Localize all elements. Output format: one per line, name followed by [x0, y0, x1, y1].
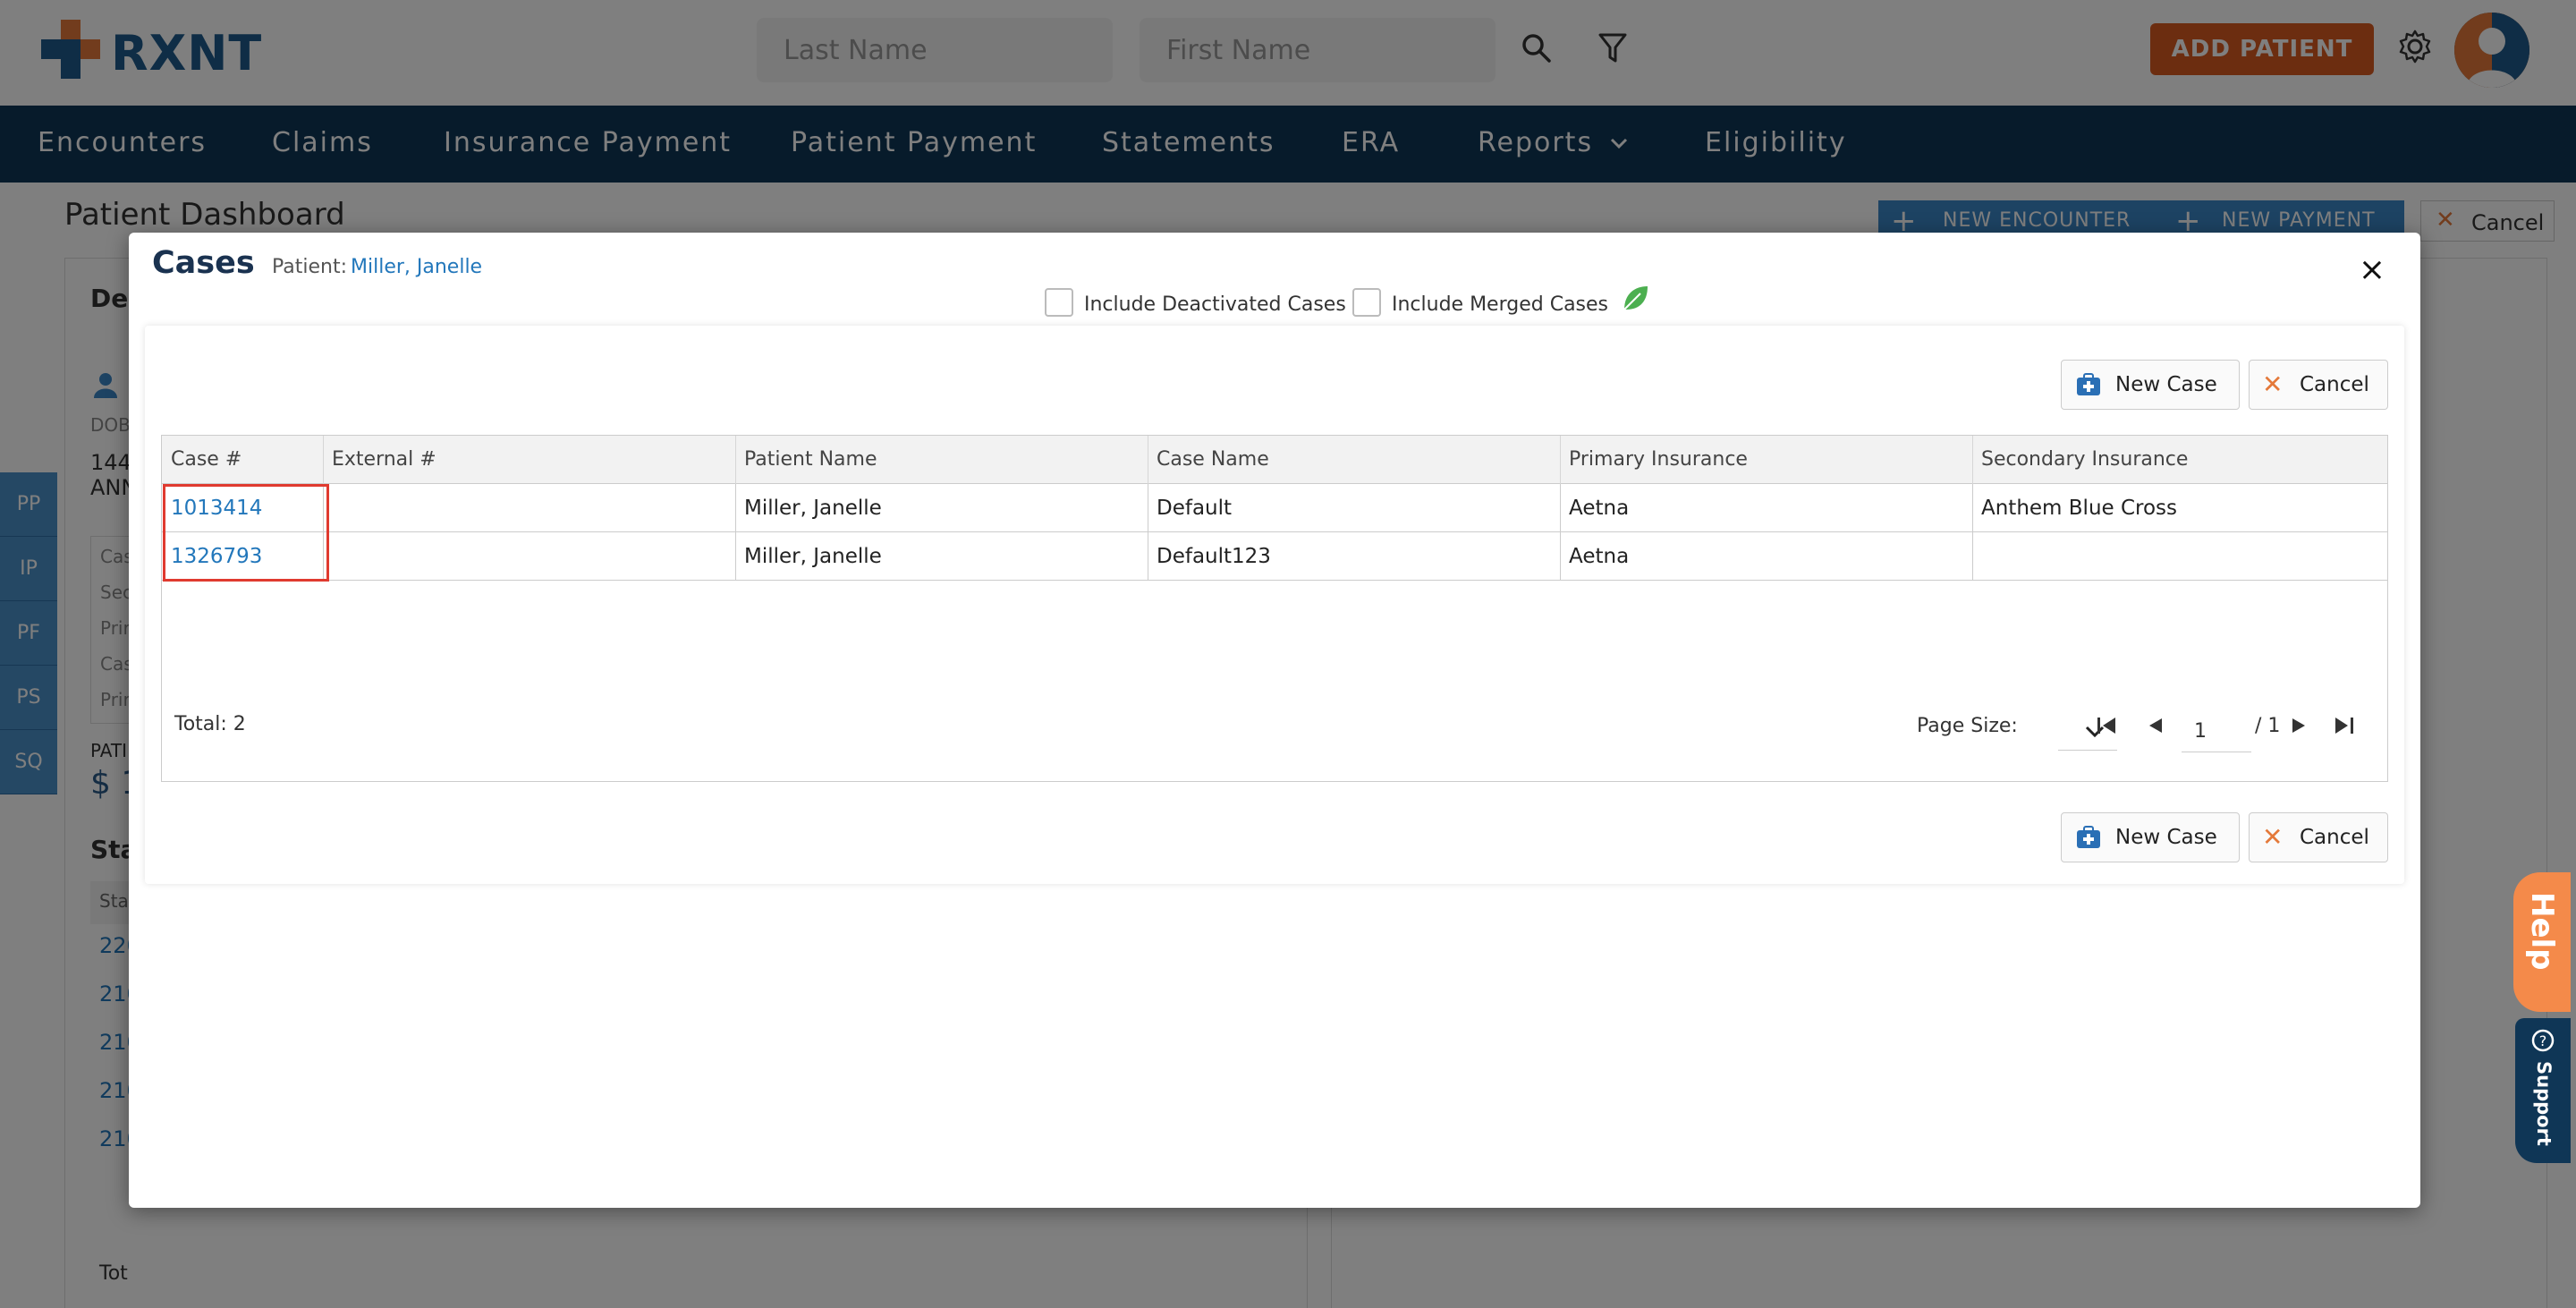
- include-deactivated-label: Include Deactivated Cases: [1084, 293, 1346, 316]
- col-external-number[interactable]: External #: [332, 448, 436, 471]
- cancel-button[interactable]: ✕ Cancel: [2249, 360, 2388, 410]
- col-case-number[interactable]: Case #: [171, 448, 242, 471]
- new-case-button[interactable]: New Case: [2061, 360, 2240, 410]
- modal-title: Cases: [152, 245, 255, 281]
- new-case-button-bottom[interactable]: New Case: [2061, 812, 2240, 862]
- secondary-insurance-cell: Anthem Blue Cross: [1981, 497, 2178, 520]
- case-number-highlight: [163, 484, 329, 582]
- primary-insurance-cell: Aetna: [1569, 497, 1630, 520]
- patient-name-cell: Miller, Janelle: [744, 497, 882, 520]
- help-label: Help: [2524, 892, 2560, 971]
- new-case-label: New Case: [2115, 373, 2217, 396]
- patient-label: Patient:: [272, 256, 348, 278]
- page-number-value: 1: [2194, 720, 2207, 743]
- support-button[interactable]: ? Support: [2515, 1018, 2571, 1163]
- support-label: Support: [2533, 1061, 2555, 1146]
- close-icon: ✕: [2262, 822, 2284, 852]
- include-deactivated-checkbox[interactable]: [1045, 288, 1073, 317]
- previous-page-icon[interactable]: [2146, 715, 2164, 736]
- col-secondary-insurance[interactable]: Secondary Insurance: [1981, 448, 2188, 471]
- medical-bag-icon: [2077, 826, 2100, 848]
- primary-insurance-cell: Aetna: [1569, 545, 1630, 568]
- leaf-icon[interactable]: [1621, 283, 1651, 313]
- svg-text:?: ?: [2539, 1032, 2547, 1049]
- include-merged-checkbox[interactable]: [1352, 288, 1381, 317]
- case-name-cell: Default: [1157, 497, 1233, 520]
- table-header: Case # External # Patient Name Case Name…: [162, 436, 2387, 484]
- cancel-label: Cancel: [2300, 826, 2369, 849]
- col-patient-name[interactable]: Patient Name: [744, 448, 877, 471]
- cancel-button-bottom[interactable]: ✕ Cancel: [2249, 812, 2388, 862]
- page-total: / 1: [2255, 715, 2281, 737]
- page-size-label: Page Size:: [1917, 715, 2018, 737]
- first-page-icon[interactable]: [2096, 715, 2117, 736]
- app-root: RXNT ADD PATIENT Encounters Claims: [0, 0, 2576, 1308]
- new-case-label: New Case: [2115, 826, 2217, 849]
- page-number-input[interactable]: 1: [2182, 706, 2251, 752]
- patient-name-cell: Miller, Janelle: [744, 545, 882, 568]
- table-row[interactable]: 1326793 Miller, Janelle Default123 Aetna: [162, 532, 2387, 581]
- close-icon: ✕: [2262, 369, 2284, 399]
- col-primary-insurance[interactable]: Primary Insurance: [1569, 448, 1748, 471]
- next-page-icon[interactable]: [2291, 715, 2309, 736]
- total-count: Total: 2: [174, 713, 246, 735]
- close-modal-icon[interactable]: ×: [2356, 254, 2388, 286]
- patient-name-link[interactable]: Miller, Janelle: [351, 256, 482, 278]
- help-button[interactable]: Help: [2513, 872, 2571, 1012]
- cases-table: Case # External # Patient Name Case Name…: [161, 435, 2388, 782]
- support-question-icon: ?: [2531, 1029, 2555, 1052]
- cancel-label: Cancel: [2300, 373, 2369, 396]
- col-case-name[interactable]: Case Name: [1157, 448, 1269, 471]
- last-page-icon[interactable]: [2334, 715, 2355, 736]
- case-name-cell: Default123: [1157, 545, 1271, 568]
- table-row[interactable]: 1013414 Miller, Janelle Default Aetna An…: [162, 484, 2387, 532]
- medical-bag-icon: [2077, 373, 2100, 395]
- include-merged-label: Include Merged Cases: [1392, 293, 1609, 316]
